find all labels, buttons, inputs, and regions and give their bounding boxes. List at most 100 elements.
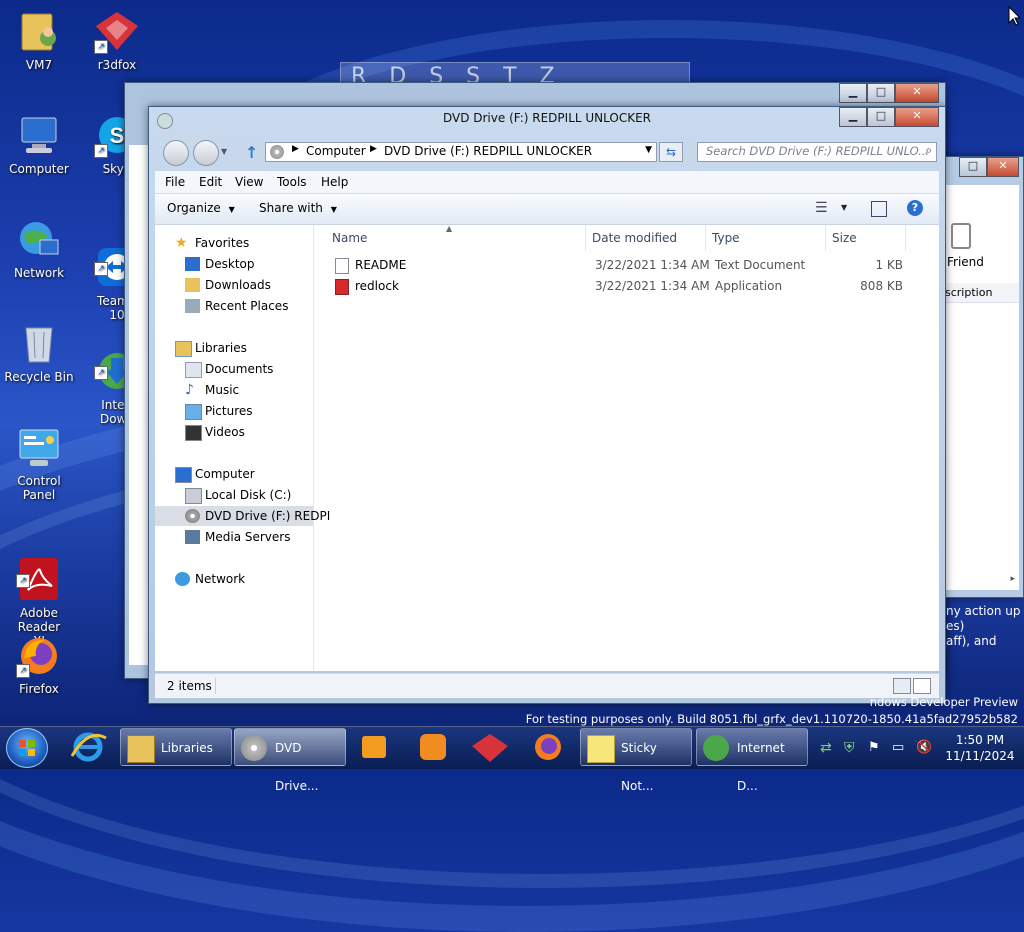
nav-recent-places[interactable]: Recent Places: [185, 296, 288, 316]
minimize-button[interactable]: ▁: [839, 83, 867, 103]
taskbar-internet-explorer[interactable]: [66, 728, 110, 766]
taskbar-label: Libraries: [161, 741, 213, 755]
breadcrumb-computer[interactable]: Computer: [306, 144, 366, 158]
nav-network[interactable]: Network: [175, 569, 245, 589]
column-label: Name: [332, 231, 368, 245]
mouse-cursor: [1008, 6, 1020, 26]
close-button[interactable]: ✕: [987, 157, 1019, 177]
menu-help[interactable]: Help: [321, 175, 348, 189]
taskbar-media-player[interactable]: [352, 728, 396, 766]
nav-label: Documents: [205, 362, 274, 376]
file-row[interactable]: README 3/22/2021 1:34 AM Text Document 1…: [333, 255, 913, 275]
breadcrumb-drive[interactable]: DVD Drive (F:) REDPILL UNLOCKER: [384, 144, 592, 158]
file-row[interactable]: redlock 3/22/2021 1:34 AM Application 80…: [333, 276, 913, 296]
help-icon[interactable]: ?: [907, 200, 923, 216]
menu-tools[interactable]: Tools: [277, 175, 307, 189]
nav-libraries[interactable]: Libraries: [175, 338, 247, 358]
taskbar-libraries[interactable]: Libraries: [120, 728, 232, 766]
nav-computer[interactable]: Computer: [175, 464, 255, 484]
view-dropdown-icon[interactable]: ▼: [841, 203, 847, 212]
desktop-icon-network[interactable]: Network: [0, 216, 78, 280]
large-icons-view-icon[interactable]: [913, 678, 931, 694]
nav-desktop[interactable]: Desktop: [185, 254, 255, 274]
desktop-icon-firefox[interactable]: ↗ Firefox: [0, 632, 78, 696]
taskbar-label: Sticky Not...: [621, 741, 657, 793]
description-header: scription: [941, 283, 1019, 303]
desktop-icon-control-panel[interactable]: Control Panel: [0, 424, 78, 502]
close-button[interactable]: ✕: [895, 107, 939, 127]
search-input[interactable]: Search DVD Drive (F:) REDPILL UNLO... ⌕: [697, 142, 937, 162]
computer-icon: [175, 467, 192, 483]
desktop-icon-recycle-bin[interactable]: Recycle Bin: [0, 320, 78, 384]
details-view-icon[interactable]: [893, 678, 911, 694]
videos-icon: [185, 425, 202, 441]
shortcut-arrow-icon: ↗: [94, 366, 108, 380]
address-dropdown-icon[interactable]: ▼: [645, 145, 652, 155]
column-label: Type: [712, 231, 740, 245]
file-date: 3/22/2021 1:34 AM: [595, 279, 710, 293]
tray-volume-muted-icon[interactable]: 🔇: [916, 740, 932, 755]
taskbar-firefox[interactable]: [526, 728, 570, 766]
taskbar-sticky-notes[interactable]: Sticky Not...: [580, 728, 692, 793]
nav-music[interactable]: ♪ Music: [185, 380, 239, 400]
address-bar[interactable]: ▶ Computer ▶ DVD Drive (F:) REDPILL UNLO…: [265, 142, 657, 162]
refresh-button[interactable]: ⇆: [659, 142, 683, 162]
menu-edit[interactable]: Edit: [199, 175, 222, 189]
documents-icon: [185, 362, 202, 378]
preview-pane-icon[interactable]: [871, 201, 887, 217]
nav-media-servers[interactable]: Media Servers: [185, 527, 291, 547]
taskbar-uc-browser[interactable]: [410, 728, 454, 766]
up-arrow-icon[interactable]: ↑: [245, 143, 258, 162]
taskbar-internet-download[interactable]: Internet D...: [696, 728, 808, 793]
recent-places-icon: [185, 299, 200, 313]
desktop-icon-vm7[interactable]: VM7: [0, 8, 78, 72]
start-button[interactable]: [6, 728, 48, 768]
nav-documents[interactable]: Documents: [185, 359, 274, 379]
desktop-icon-label: r3dfox: [97, 58, 137, 72]
desktop-icon-computer[interactable]: Computer: [0, 112, 78, 176]
tray-security-icon[interactable]: ⛨: [844, 740, 855, 756]
search-icon[interactable]: ⌕: [925, 143, 932, 158]
maximize-button[interactable]: □: [867, 107, 895, 127]
breadcrumb-arrow-icon[interactable]: ▶: [370, 144, 377, 154]
taskbar-dvd-drive[interactable]: DVD Drive...: [234, 728, 346, 793]
nav-favorites[interactable]: ★ Favorites: [175, 233, 249, 253]
change-view-icon[interactable]: ☰: [815, 200, 828, 216]
clock[interactable]: 1:50 PM 11/11/2024: [940, 732, 1020, 764]
adobe-reader-icon: ↗: [16, 542, 62, 600]
maximize-button[interactable]: □: [959, 157, 987, 177]
desktop-icon-r3dfox[interactable]: ↗ r3dfox: [78, 8, 156, 72]
back-button[interactable]: [163, 140, 189, 166]
forward-button[interactable]: [193, 140, 219, 166]
menu-view[interactable]: View: [235, 175, 263, 189]
menu-file[interactable]: File: [165, 175, 185, 189]
nav-downloads[interactable]: Downloads: [185, 275, 271, 295]
right-background-window[interactable]: □ ✕ Friend scription ▸: [936, 156, 1024, 598]
column-size[interactable]: Size: [826, 225, 906, 251]
scroll-right-icon[interactable]: ▸: [1010, 574, 1015, 584]
minimize-button[interactable]: ▁: [839, 107, 867, 127]
close-button[interactable]: ✕: [895, 83, 939, 103]
control-panel-icon: [16, 424, 62, 470]
organize-button[interactable]: Organize ▼: [167, 201, 235, 215]
nav-videos[interactable]: Videos: [185, 422, 245, 442]
recent-pages-dropdown-icon[interactable]: ▼: [221, 147, 227, 156]
tray-network-icon[interactable]: ⇄: [820, 740, 832, 756]
nav-dvd-drive[interactable]: DVD Drive (F:) REDPI: [185, 506, 330, 526]
column-name[interactable]: Name ▲: [326, 224, 586, 251]
share-with-button[interactable]: Share with ▼: [259, 201, 337, 215]
nav-label: Downloads: [205, 278, 271, 292]
tray-display-icon[interactable]: ▭: [892, 740, 904, 755]
nav-label: Media Servers: [205, 530, 291, 544]
tray-flag-icon[interactable]: ⚑: [868, 740, 880, 755]
status-text: 2 items: [167, 679, 212, 693]
music-icon: ♪: [185, 382, 194, 398]
maximize-button[interactable]: □: [867, 83, 895, 103]
explorer-window[interactable]: DVD Drive (F:) REDPILL UNLOCKER ▁ □ ✕ ▼ …: [148, 106, 946, 704]
breadcrumb-arrow-icon[interactable]: ▶: [292, 144, 299, 154]
taskbar-r3dfox[interactable]: [468, 728, 512, 766]
nav-local-disk[interactable]: Local Disk (C:): [185, 485, 291, 505]
column-date-modified[interactable]: Date modified: [586, 225, 706, 251]
nav-pictures[interactable]: Pictures: [185, 401, 253, 421]
column-type[interactable]: Type: [706, 225, 826, 251]
